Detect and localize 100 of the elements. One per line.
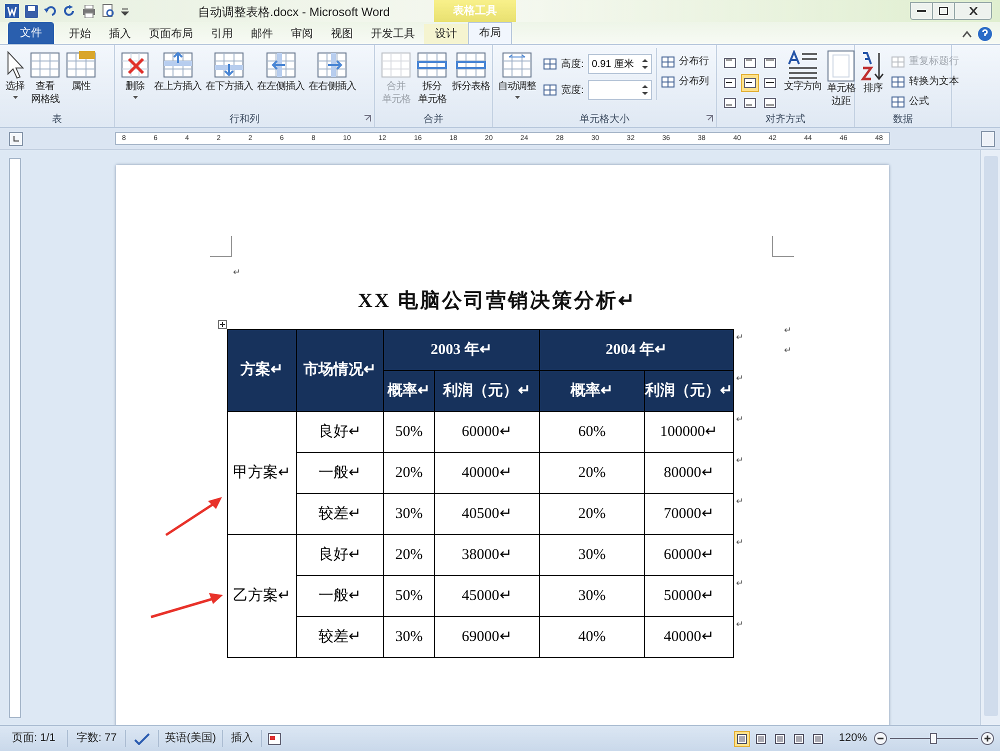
ribbon-tab[interactable]: 引用 xyxy=(202,24,242,44)
table-icon xyxy=(501,50,533,80)
annotation-arrow xyxy=(164,495,224,537)
spinner-icon[interactable] xyxy=(642,84,648,96)
undo-icon[interactable] xyxy=(44,5,58,17)
word-logo-icon[interactable] xyxy=(5,4,19,18)
header-cell: 2004 年↵ xyxy=(540,330,734,370)
ribbon-button[interactable]: 排序 xyxy=(859,48,887,95)
ribbon-tab[interactable]: 布局 xyxy=(468,22,512,44)
ribbon-button[interactable]: 在右侧插入 xyxy=(308,48,357,93)
ribbon-tab[interactable]: 审阅 xyxy=(282,24,322,44)
paragraph-mark: ↵ xyxy=(736,414,744,424)
document-title: XX 电脑公司营销决策分析↵ xyxy=(358,288,637,314)
delete-table-icon xyxy=(120,50,150,80)
sort-icon xyxy=(860,50,886,82)
vertical-scrollbar[interactable] xyxy=(980,150,1000,725)
table-cell: 69000↵ xyxy=(434,616,540,658)
ribbon-button[interactable]: 拆分表格 xyxy=(451,48,491,93)
zoom-slider-thumb[interactable] xyxy=(930,732,937,744)
table-move-handle-icon[interactable] xyxy=(218,320,227,329)
ribbon-button[interactable]: 删除 xyxy=(119,48,151,99)
language-status[interactable]: 英语(美国) xyxy=(158,730,224,747)
group-label: 数据 xyxy=(893,112,913,126)
small-table-icon xyxy=(543,84,557,96)
group-label: 对齐方式 xyxy=(766,112,806,127)
margin-corner xyxy=(210,236,232,257)
caret-icon xyxy=(132,96,138,99)
ribbon-tab[interactable]: 设计 xyxy=(424,24,468,44)
ribbon-tab[interactable]: 开始 xyxy=(60,24,100,44)
ribbon-button[interactable]: 在左侧插入 xyxy=(256,48,306,93)
insert-mode[interactable]: 插入 xyxy=(223,730,262,747)
ribbon-button[interactable]: 查看 网格线 xyxy=(28,48,62,106)
zoom-in-icon[interactable] xyxy=(981,732,994,745)
printer-icon[interactable] xyxy=(82,4,96,18)
redo-icon[interactable] xyxy=(64,5,76,17)
ribbon-tab[interactable]: 文件 xyxy=(8,22,54,44)
table-cell: 70000↵ xyxy=(644,494,734,534)
customize-icon[interactable] xyxy=(121,6,129,16)
minimize-icon xyxy=(917,10,926,12)
ribbon-button[interactable]: 自动调整 xyxy=(497,48,537,99)
ribbon-tab[interactable]: 开发工具 xyxy=(362,24,424,44)
table-cell: 45000↵ xyxy=(434,576,540,616)
collapse-ribbon-icon[interactable] xyxy=(962,30,972,38)
ribbon-tab[interactable]: 邮件 xyxy=(242,24,282,44)
table-cell: 80000↵ xyxy=(644,452,734,494)
table-cell: 40500↵ xyxy=(434,494,540,534)
zoom-level[interactable]: 120% xyxy=(838,730,867,747)
table-icon xyxy=(264,50,297,80)
word-count[interactable]: 字数: 77 xyxy=(68,730,126,747)
ribbon-small-button[interactable]: 分布列 xyxy=(660,74,709,89)
ribbon-tab[interactable]: 视图 xyxy=(322,24,362,44)
align-button[interactable] xyxy=(741,74,759,92)
caret-icon xyxy=(12,96,18,99)
table-icon xyxy=(380,50,412,80)
ribbon-small-button[interactable]: 转换为文本 xyxy=(891,74,959,89)
ribbon-button[interactable]: 选择 xyxy=(4,48,26,99)
table-cell: 一般↵ xyxy=(296,576,384,616)
ribbon-button[interactable]: 属性 xyxy=(64,48,98,93)
table-cell: 良好↵ xyxy=(296,412,384,452)
ribbon-tab[interactable]: 页面布局 xyxy=(140,24,202,44)
ribbon-tab[interactable]: 插入 xyxy=(100,24,140,44)
ribbon-button[interactable]: 拆分 单元格 xyxy=(415,48,449,106)
small-table-icon xyxy=(891,76,905,88)
close-icon xyxy=(968,7,978,15)
dialog-launcher-icon[interactable] xyxy=(364,115,371,122)
view-button[interactable] xyxy=(734,730,750,746)
help-icon[interactable] xyxy=(978,27,992,41)
header-cell: 市场情况↵ xyxy=(296,330,384,412)
small-table-icon xyxy=(660,56,675,68)
table-cell: 40000↵ xyxy=(644,616,734,658)
macro-icon[interactable] xyxy=(268,732,282,744)
zoom-out-icon[interactable] xyxy=(874,732,887,745)
tab-selector[interactable] xyxy=(9,132,23,146)
small-table-icon xyxy=(891,56,905,68)
ribbon-small-button[interactable]: 公式 xyxy=(891,94,959,109)
spinner-icon[interactable] xyxy=(642,58,648,70)
small-table-icon xyxy=(891,96,905,108)
ribbon-button[interactable]: 单元格 边距 xyxy=(825,48,857,108)
margin-corner xyxy=(772,236,794,257)
save-icon[interactable] xyxy=(25,4,38,18)
table-cell: 20% xyxy=(540,494,644,534)
text-direction-icon xyxy=(786,50,820,80)
view-ruler-button[interactable] xyxy=(981,130,995,146)
table-icon xyxy=(65,50,97,80)
paragraph-mark: ↵ xyxy=(736,578,744,588)
group-label: 表 xyxy=(52,112,62,126)
spin-field[interactable]: 0.91 厘米 xyxy=(588,54,652,74)
paragraph-mark: ↵ xyxy=(233,267,241,277)
print-preview-icon[interactable] xyxy=(102,4,115,18)
spin-field[interactable] xyxy=(588,80,652,100)
ribbon-button[interactable]: 在下方插入 xyxy=(204,48,254,93)
ribbon-button[interactable]: 在上方插入 xyxy=(153,48,202,93)
dialog-launcher-icon[interactable] xyxy=(706,115,713,122)
proofing-icon[interactable] xyxy=(134,732,150,744)
ribbon-button[interactable]: 文字方向 xyxy=(783,48,823,93)
page-count[interactable]: 页面: 1/1 xyxy=(0,730,68,747)
table-cell: 30% xyxy=(384,494,434,534)
table-cell: 较差↵ xyxy=(296,616,384,658)
table-icon xyxy=(416,50,448,80)
ribbon-small-button[interactable]: 分布行 xyxy=(660,54,709,69)
